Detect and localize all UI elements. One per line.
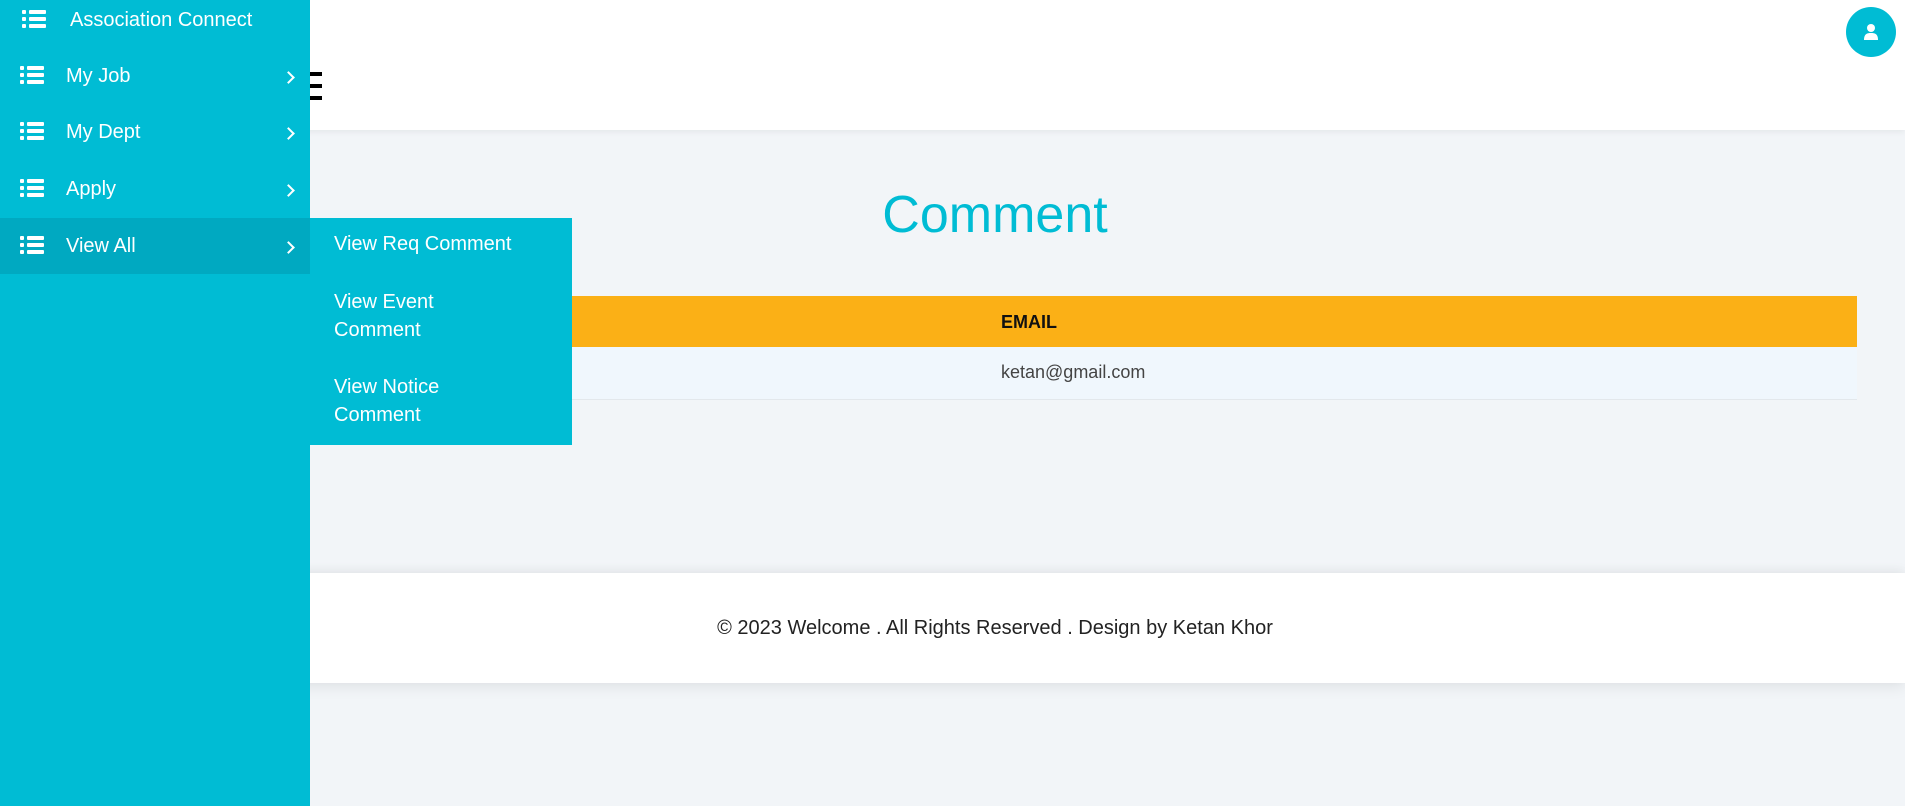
sidebar-item-my-job[interactable]: My Job bbox=[0, 48, 310, 104]
sidebar-item-apply[interactable]: Apply bbox=[0, 161, 310, 217]
sidebar-item-label: My Job bbox=[66, 65, 131, 87]
user-avatar-button[interactable] bbox=[1846, 7, 1896, 57]
sidebar-item-label: View All bbox=[66, 235, 136, 257]
sidebar: Association Connect My Job My Dept Apply bbox=[0, 0, 310, 806]
list-icon bbox=[22, 10, 46, 28]
sidebar-item-view-all[interactable]: View All bbox=[0, 218, 310, 274]
chevron-right-icon bbox=[282, 127, 295, 140]
submenu-item-view-req-comment[interactable]: View Req Comment bbox=[334, 230, 564, 258]
chevron-right-icon bbox=[282, 184, 295, 197]
list-icon bbox=[20, 66, 44, 84]
view-all-submenu: View Req Comment View Event Comment View… bbox=[310, 218, 572, 445]
list-icon bbox=[20, 179, 44, 197]
email-cell: ketan@gmail.com bbox=[1001, 362, 1146, 382]
submenu-item-view-event-comment[interactable]: View Event Comment bbox=[334, 288, 484, 344]
list-icon bbox=[20, 122, 44, 140]
brand[interactable]: Association Connect bbox=[0, 0, 310, 40]
user-icon bbox=[1864, 24, 1878, 40]
chevron-right-icon bbox=[282, 241, 295, 254]
list-icon bbox=[20, 236, 44, 254]
sidebar-item-label: Apply bbox=[66, 178, 117, 200]
sidebar-item-label: My Dept bbox=[66, 121, 141, 143]
brand-name: Association Connect bbox=[70, 9, 253, 31]
chevron-right-icon bbox=[282, 71, 295, 84]
column-header-email: EMAIL bbox=[1001, 312, 1057, 332]
submenu-item-view-notice-comment[interactable]: View Notice Comment bbox=[334, 373, 484, 429]
sidebar-item-my-dept[interactable]: My Dept bbox=[0, 104, 310, 160]
